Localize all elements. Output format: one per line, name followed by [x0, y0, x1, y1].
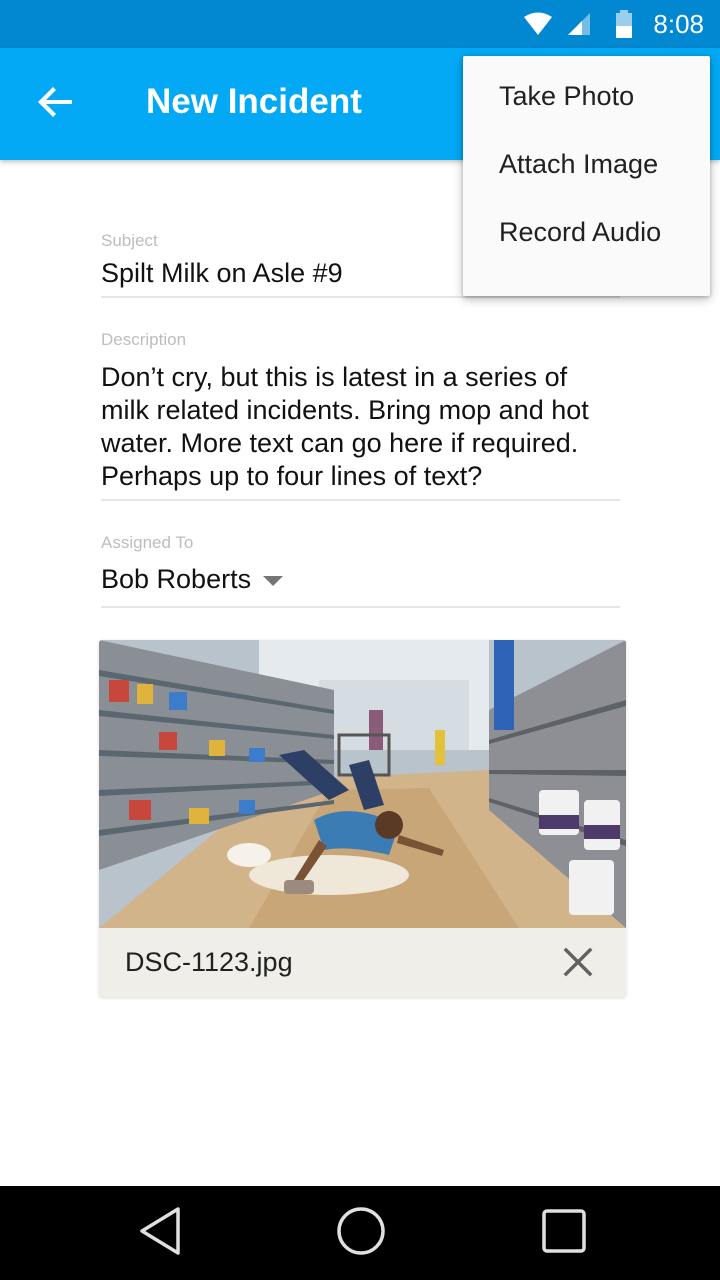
attachment-photo[interactable] [99, 640, 626, 928]
navigation-bar [0, 1186, 720, 1280]
remove-attachment-button[interactable] [558, 944, 598, 984]
status-time: 8:08 [653, 8, 704, 39]
back-button[interactable] [24, 76, 88, 132]
attachment-footer: DSC-1123.jpg [99, 928, 626, 997]
home-circle-icon [335, 1205, 387, 1262]
description-field[interactable]: Description Don’t cry, but this is lates… [101, 330, 620, 501]
menu-item-attach-image[interactable]: Attach Image [463, 130, 710, 198]
wifi-icon [523, 12, 553, 36]
status-bar: 8:08 [0, 0, 720, 48]
arrow-back-icon [38, 84, 74, 125]
overflow-menu: Take Photo Attach Image Record Audio [463, 56, 710, 296]
nav-home-button[interactable] [301, 1186, 421, 1280]
description-input[interactable]: Don’t cry, but this is latest in a serie… [101, 361, 620, 493]
status-icons: 8:08 [523, 0, 704, 48]
assigned-to-field[interactable]: Assigned To Bob Roberts [101, 533, 620, 608]
nav-back-button[interactable] [100, 1186, 220, 1280]
assigned-to-dropdown[interactable]: Bob Roberts [101, 563, 620, 596]
description-label: Description [101, 330, 187, 349]
assigned-to-label: Assigned To [101, 533, 194, 552]
attachment-card: DSC-1123.jpg [99, 640, 626, 997]
back-triangle-icon [138, 1206, 182, 1261]
recents-square-icon [541, 1208, 587, 1259]
cell-signal-icon [565, 12, 591, 36]
menu-item-take-photo[interactable]: Take Photo [463, 62, 710, 130]
attachment-filename: DSC-1123.jpg [125, 947, 293, 977]
menu-item-record-audio[interactable]: Record Audio [463, 198, 710, 266]
nav-recents-button[interactable] [504, 1186, 624, 1280]
assigned-to-value: Bob Roberts [101, 564, 252, 594]
page-title: New Incident [146, 82, 362, 121]
close-icon [563, 947, 593, 982]
dropdown-arrow-icon [263, 575, 284, 586]
battery-icon [615, 10, 633, 38]
